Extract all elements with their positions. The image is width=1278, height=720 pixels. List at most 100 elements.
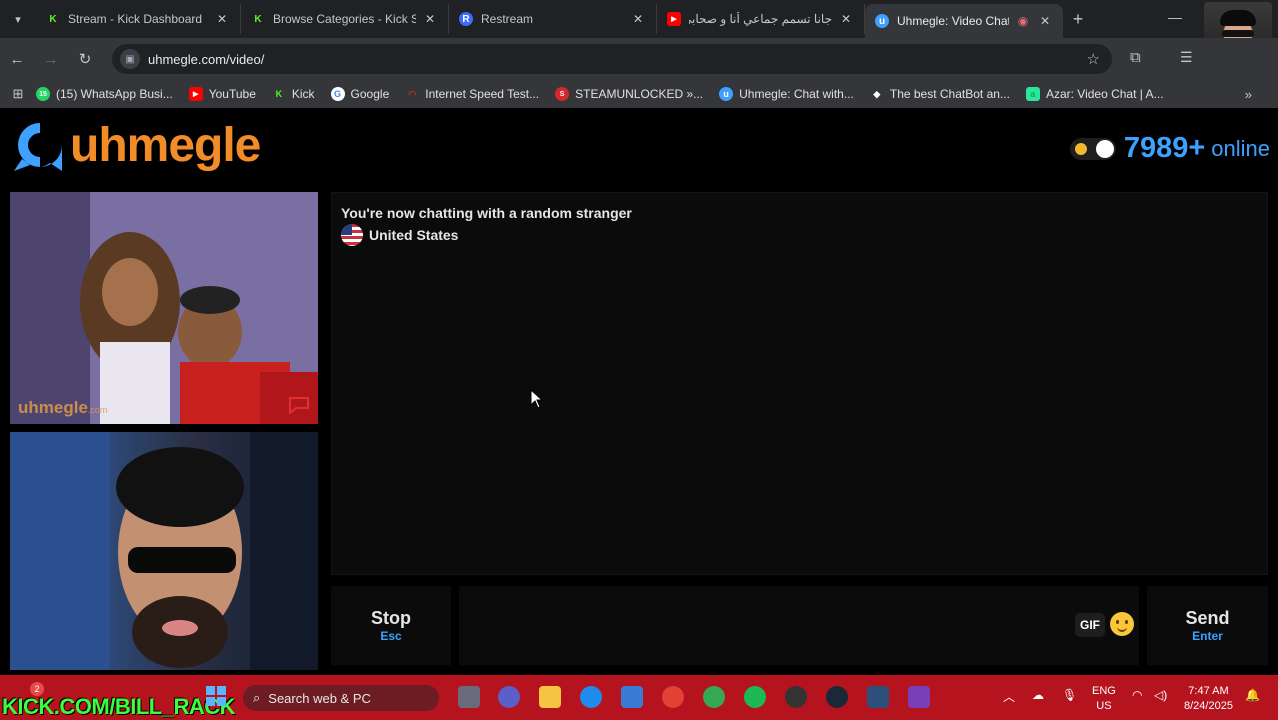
obs-icon[interactable] bbox=[785, 686, 807, 708]
logo-mark-icon bbox=[14, 123, 62, 171]
chrome-profile-icon[interactable] bbox=[703, 686, 725, 708]
tab-search-chevron-icon[interactable]: ▾ bbox=[0, 0, 36, 38]
bookmark-steamunlocked[interactable]: S STEAMUNLOCKED »... bbox=[555, 87, 703, 101]
close-tab-icon[interactable]: ✕ bbox=[214, 12, 230, 26]
recording-icon: ◉ bbox=[1017, 14, 1029, 28]
bookmark-label: The best ChatBot an... bbox=[889, 87, 1010, 101]
language-region: US bbox=[1096, 700, 1112, 712]
onedrive-icon[interactable]: ☁ bbox=[1032, 688, 1044, 702]
google-icon: G bbox=[330, 87, 345, 101]
bookmark-label: Uhmegle: Chat with... bbox=[739, 87, 854, 101]
azar-icon: a bbox=[1025, 87, 1040, 101]
remote-desktop-icon[interactable] bbox=[867, 686, 889, 708]
site-info-icon[interactable]: ▣ bbox=[120, 49, 140, 69]
omnibox[interactable]: ▣ uhmegle.com/video/ ☆ bbox=[112, 44, 1112, 74]
stop-label: Stop bbox=[371, 608, 411, 628]
chat-log: You're now chatting with a random strang… bbox=[331, 192, 1268, 575]
steamunlocked-icon: S bbox=[555, 87, 570, 101]
notifications-icon[interactable]: 🔔 bbox=[1245, 688, 1260, 702]
send-label: Send bbox=[1185, 608, 1230, 628]
tab-restream[interactable]: R Restream ✕ bbox=[449, 4, 657, 34]
close-tab-icon[interactable]: ✕ bbox=[838, 12, 854, 26]
edge-icon[interactable] bbox=[580, 686, 602, 708]
wifi-icon[interactable]: ◠ bbox=[1132, 688, 1142, 702]
gif-button[interactable]: GIF bbox=[1075, 613, 1105, 637]
close-tab-icon[interactable]: ✕ bbox=[630, 12, 646, 26]
report-flag-icon[interactable] bbox=[288, 396, 310, 414]
new-tab-button[interactable]: + bbox=[1063, 9, 1093, 30]
theme-toggle[interactable] bbox=[1069, 137, 1116, 160]
toggle-knob bbox=[1095, 139, 1114, 158]
bookmark-star-icon[interactable]: ☆ bbox=[1087, 50, 1100, 68]
steam-icon[interactable] bbox=[826, 686, 848, 708]
minimize-icon[interactable]: — bbox=[1168, 9, 1182, 25]
forward-icon[interactable]: → bbox=[34, 51, 68, 68]
bookmark-speedtest[interactable]: ◠ Internet Speed Test... bbox=[405, 87, 539, 101]
stop-button[interactable]: Stop Esc bbox=[331, 586, 451, 665]
mouse-cursor-icon bbox=[530, 389, 544, 409]
task-view-icon[interactable] bbox=[458, 686, 480, 708]
start-icon[interactable] bbox=[206, 686, 226, 706]
extensions-icon[interactable]: ⧉ bbox=[1130, 49, 1141, 66]
restream-icon: R bbox=[459, 12, 473, 26]
webcam-glasses bbox=[1222, 30, 1254, 37]
microphone-icon[interactable]: 🎙 bbox=[1062, 688, 1077, 702]
logo-text: uhmegle bbox=[70, 119, 261, 172]
uhmegle-icon: u bbox=[719, 87, 734, 101]
message-input[interactable]: GIF bbox=[459, 586, 1139, 665]
send-button[interactable]: Send Enter bbox=[1147, 586, 1268, 665]
tab-youtube-video[interactable]: ▶ جانا تسمم جماعي أنا و صحابي ✕ bbox=[657, 4, 865, 34]
bookmark-whatsapp[interactable]: 15 (15) WhatsApp Busi... bbox=[36, 87, 173, 101]
clock-date: 8/24/2025 bbox=[1184, 700, 1233, 712]
more-bookmarks-icon[interactable]: » bbox=[1245, 87, 1252, 102]
webcam-hair bbox=[1220, 10, 1256, 26]
bookmark-chatbot[interactable]: ◆ The best ChatBot an... bbox=[870, 87, 1010, 101]
whatsapp-icon: 15 bbox=[36, 87, 50, 101]
file-explorer-icon[interactable] bbox=[539, 686, 561, 708]
online-count: 7989+ bbox=[1123, 132, 1206, 164]
tab-search-icon[interactable]: ☰ bbox=[1180, 49, 1193, 66]
bookmark-uhmegle[interactable]: u Uhmegle: Chat with... bbox=[719, 87, 854, 101]
watermark-suffix: .com bbox=[87, 405, 108, 415]
volume-icon[interactable]: ◁) bbox=[1154, 688, 1167, 702]
back-icon[interactable]: ← bbox=[0, 51, 34, 68]
country-name: United States bbox=[369, 227, 459, 243]
spotify-icon[interactable] bbox=[744, 686, 766, 708]
system-clock[interactable]: 7:47 AM 8/24/2025 bbox=[1184, 684, 1233, 714]
tab-uhmegle[interactable]: u Uhmegle: Video Chat | C ◉ ✕ bbox=[865, 4, 1063, 38]
tab-strip: ▾ K Stream - Kick Dashboard ✕ K Browse C… bbox=[0, 0, 1278, 80]
site-logo[interactable]: uhmegle bbox=[12, 119, 261, 173]
stranger-video-frame bbox=[10, 192, 318, 424]
search-icon: ⌕ bbox=[253, 690, 261, 705]
bookmark-kick[interactable]: K Kick bbox=[272, 87, 315, 101]
input-language[interactable]: ENG US bbox=[1092, 684, 1116, 714]
bookmark-google[interactable]: G Google bbox=[330, 87, 389, 101]
language-code: ENG bbox=[1092, 685, 1116, 697]
bookmark-youtube[interactable]: ▶ YouTube bbox=[188, 87, 256, 101]
url-text[interactable]: uhmegle.com/video/ bbox=[148, 52, 264, 67]
uhmegle-page: uhmegle 7989+ online uhmegle.com You're … bbox=[0, 108, 1278, 675]
bookmark-label: Kick bbox=[291, 87, 315, 101]
youtube-icon: ▶ bbox=[188, 87, 203, 101]
bookmarks-bar: ⊞ 15 (15) WhatsApp Busi... ▶ YouTube K Kick… bbox=[0, 80, 1278, 108]
bookmark-azar[interactable]: a Azar: Video Chat | A... bbox=[1025, 87, 1164, 101]
self-video bbox=[10, 432, 318, 670]
emoji-icon[interactable] bbox=[1110, 612, 1134, 636]
app-icon[interactable] bbox=[908, 686, 930, 708]
search-placeholder: Search web & PC bbox=[268, 690, 371, 706]
store-icon[interactable] bbox=[621, 686, 643, 708]
tab-kick-categories[interactable]: K Browse Categories - Kick Str ✕ bbox=[241, 4, 449, 34]
taskbar-search[interactable]: ⌕ Search web & PC bbox=[243, 685, 439, 711]
chatbot-icon: ◆ bbox=[873, 88, 881, 99]
bookmark-label: STEAMUNLOCKED »... bbox=[575, 87, 704, 101]
tab-kick-dashboard[interactable]: K Stream - Kick Dashboard ✕ bbox=[36, 4, 241, 34]
close-tab-icon[interactable]: ✕ bbox=[422, 12, 438, 26]
teams-icon[interactable] bbox=[498, 686, 520, 708]
reload-icon[interactable]: ↻ bbox=[68, 50, 102, 68]
kick-icon: K bbox=[254, 13, 262, 25]
chrome-icon[interactable] bbox=[662, 686, 684, 708]
apps-grid-icon[interactable]: ⊞ bbox=[0, 86, 36, 102]
close-tab-icon[interactable]: ✕ bbox=[1037, 14, 1053, 28]
tray-overflow-icon[interactable]: ︿ bbox=[1003, 688, 1015, 705]
stranger-video: uhmegle.com bbox=[10, 192, 318, 424]
